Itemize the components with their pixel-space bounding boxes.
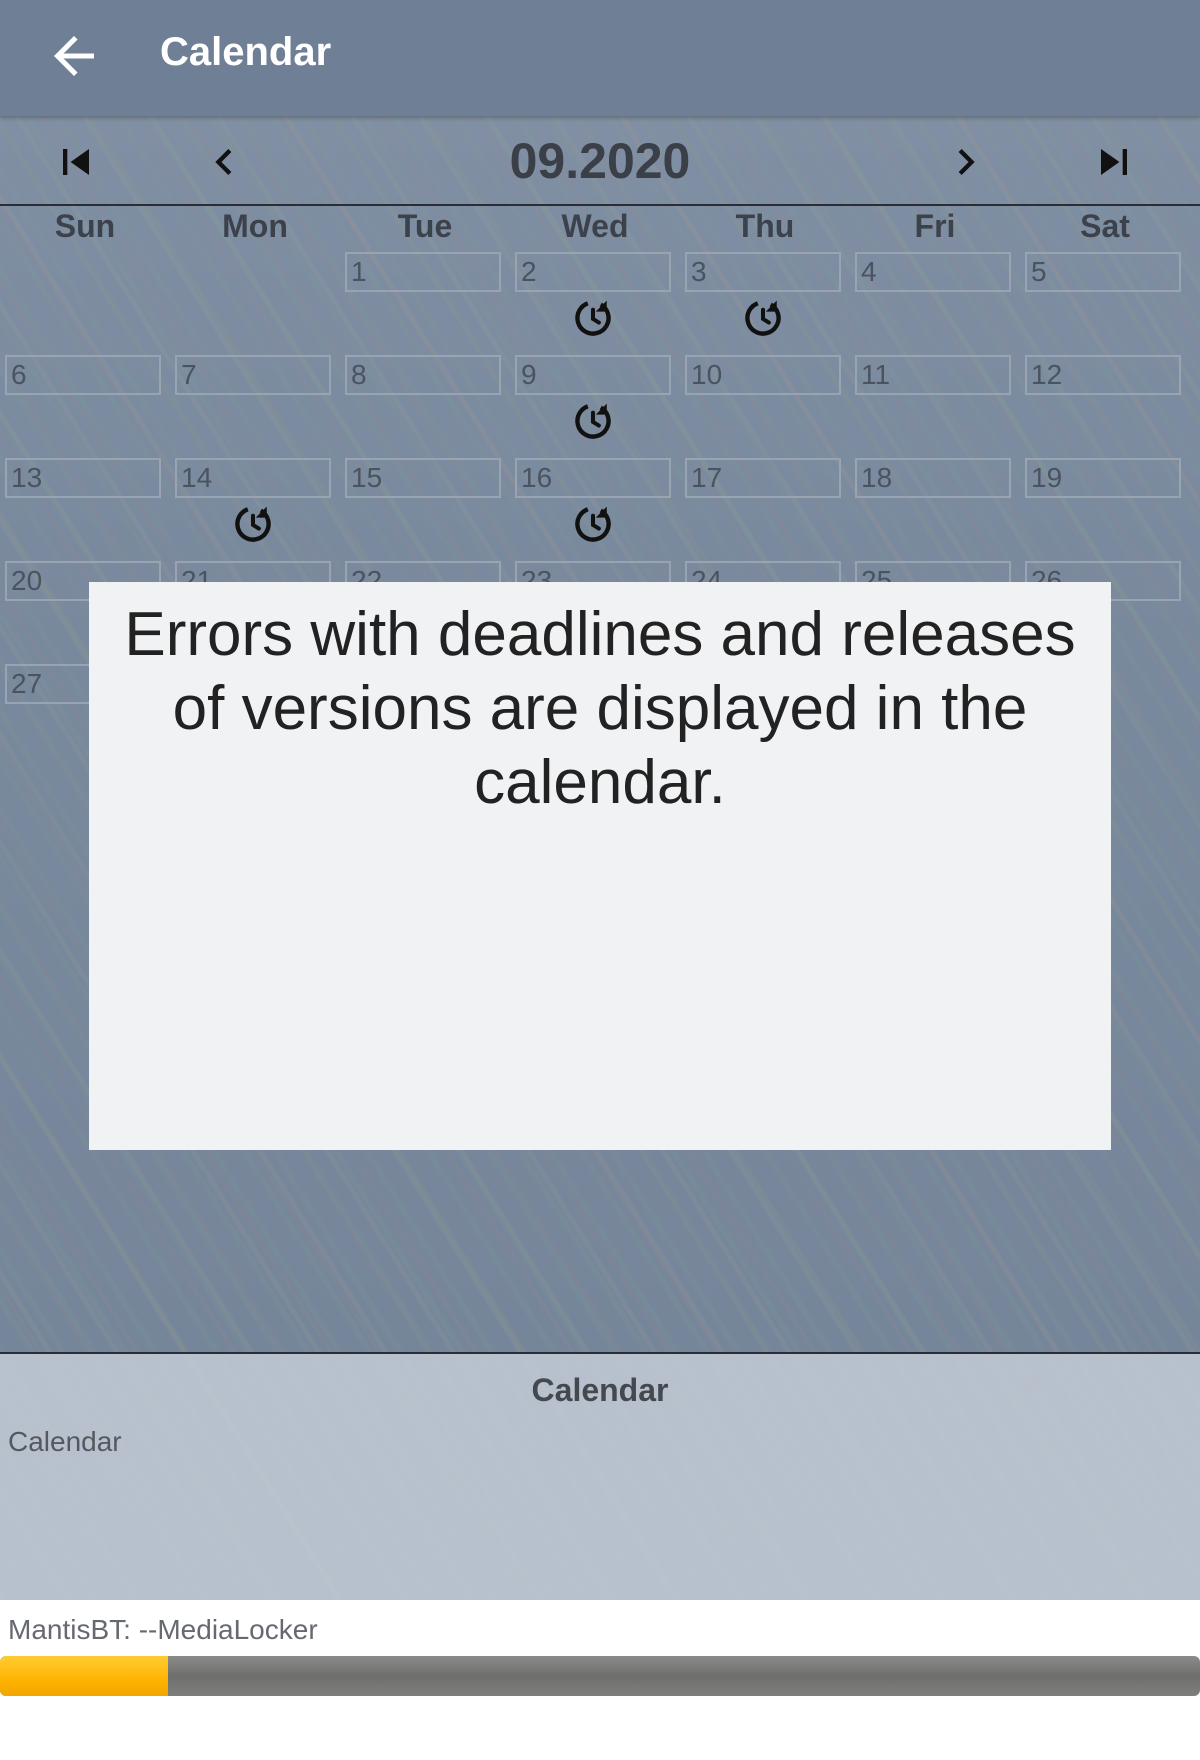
- day-cell-13[interactable]: 13: [5, 458, 161, 498]
- day-cell-11[interactable]: 11: [855, 355, 1011, 395]
- history-clock-icon[interactable]: [571, 296, 615, 340]
- day-cell-5[interactable]: 5: [1025, 252, 1181, 292]
- month-label: 09.2020: [509, 133, 691, 189]
- panel-text: Calendar: [8, 1426, 122, 1457]
- weekday-sun: Sun: [54, 208, 116, 244]
- weekday-mon: Mon: [222, 208, 288, 244]
- progress-fill: [0, 1656, 168, 1696]
- panel-title: Calendar: [531, 1372, 669, 1408]
- overlay-message: Errors with deadlines and releases of ve…: [124, 600, 1076, 817]
- chevron-right-icon: [958, 149, 975, 175]
- day-cell-2[interactable]: 2: [515, 252, 671, 292]
- month-navigation: 09.2020: [0, 118, 1200, 206]
- day-cell-17[interactable]: 17: [685, 458, 841, 498]
- day-cell-12[interactable]: 12: [1025, 355, 1181, 395]
- weekday-thu: Thu: [735, 208, 795, 244]
- day-cell-1[interactable]: 1: [345, 252, 501, 292]
- description-panel: Calendar Calendar: [0, 1354, 1200, 1600]
- day-cell-10[interactable]: 10: [685, 355, 841, 395]
- app-title: Calendar: [160, 30, 332, 74]
- day-cell-19[interactable]: 19: [1025, 458, 1181, 498]
- day-cell-8[interactable]: 8: [345, 355, 501, 395]
- history-clock-icon[interactable]: [571, 399, 615, 443]
- day-cell-18[interactable]: 18: [855, 458, 1011, 498]
- weekday-sat: Sat: [1080, 208, 1130, 244]
- day-cell-16[interactable]: 16: [515, 458, 671, 498]
- progress-bar: [0, 1656, 1200, 1696]
- day-cell-7[interactable]: 7: [175, 355, 331, 395]
- history-clock-icon[interactable]: [571, 502, 615, 546]
- weekday-wed: Wed: [561, 208, 629, 244]
- skip-last-icon: [1101, 149, 1127, 175]
- back-button[interactable]: [44, 26, 104, 86]
- day-cell-14[interactable]: 14: [175, 458, 331, 498]
- app-bar: Calendar: [0, 0, 1200, 116]
- day-cell-6[interactable]: 6: [5, 355, 161, 395]
- day-cell-15[interactable]: 15: [345, 458, 501, 498]
- day-cell-9[interactable]: 9: [515, 355, 671, 395]
- weekday-tue: Tue: [397, 208, 453, 244]
- arrow-left-icon: [54, 36, 94, 76]
- day-cell-4[interactable]: 4: [855, 252, 1011, 292]
- day-cell-3[interactable]: 3: [685, 252, 841, 292]
- project-label: MantisBT: --MediaLocker: [8, 1614, 318, 1645]
- next-month-button[interactable]: [940, 136, 992, 188]
- weekday-fri: Fri: [914, 208, 956, 244]
- info-overlay[interactable]: Errors with deadlines and releases of ve…: [89, 582, 1111, 1150]
- last-month-button[interactable]: [1088, 136, 1140, 188]
- history-clock-icon[interactable]: [231, 502, 275, 546]
- history-clock-icon[interactable]: [741, 296, 785, 340]
